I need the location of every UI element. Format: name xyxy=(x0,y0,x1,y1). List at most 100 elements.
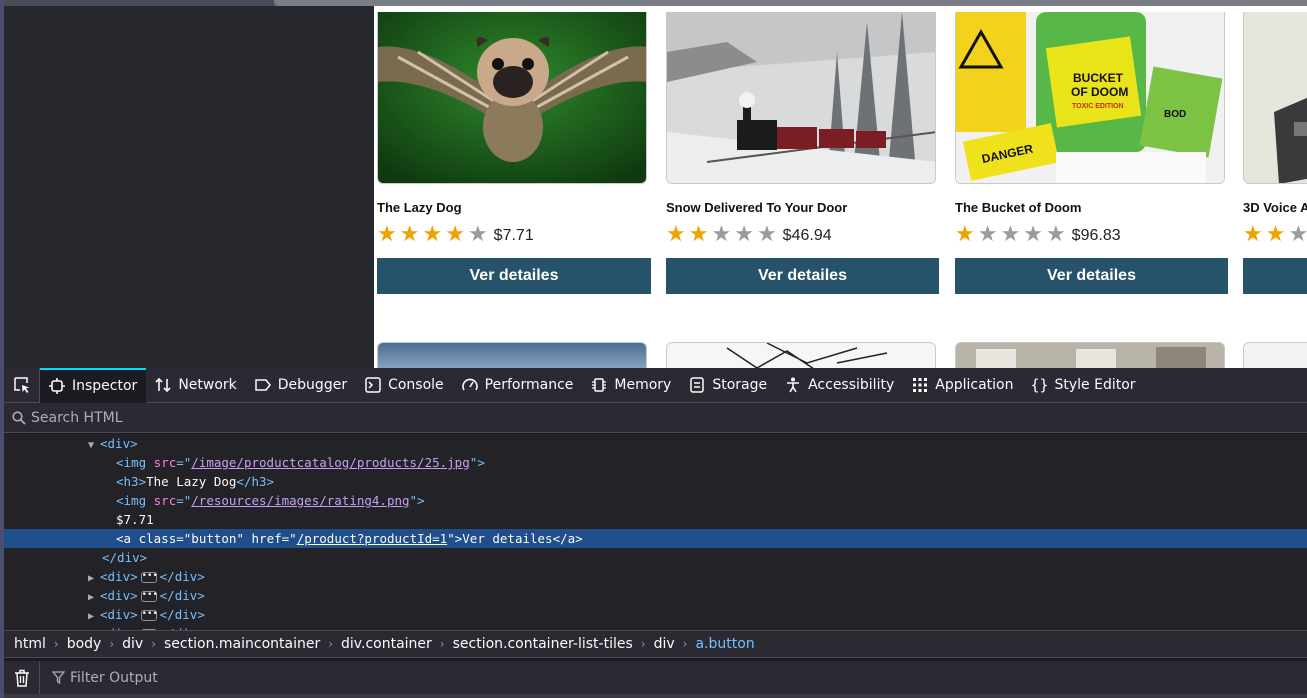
product-image-pug xyxy=(377,12,647,184)
product-tile: Snow Delivered To Your Door ★ ★ ★ ★ ★ $4… xyxy=(666,12,939,294)
tab-label: Debugger xyxy=(277,377,348,393)
star-empty-icon: ★ xyxy=(1045,221,1066,246)
star-filled-icon: ★ xyxy=(955,221,975,246)
breadcrumb-item-active[interactable]: a.button xyxy=(691,636,758,652)
tab-label: Style Editor xyxy=(1054,377,1136,393)
tab-label: Inspector xyxy=(72,378,138,394)
tab-performance[interactable]: Performance xyxy=(453,368,583,403)
product-image-train xyxy=(666,12,936,184)
style-editor-icon: {} xyxy=(1030,376,1049,394)
img-src-link[interactable]: /resources/images/rating4.png xyxy=(191,493,409,508)
tree-node-close[interactable]: </div> xyxy=(4,548,1307,567)
star-empty-icon: ★ xyxy=(756,221,777,246)
tab-label: Storage xyxy=(712,377,768,393)
view-details-button[interactable]: Ver detailes xyxy=(955,258,1228,294)
star-filled-icon: ★ xyxy=(377,221,397,246)
tree-text-node[interactable]: $7.71 xyxy=(4,510,1307,529)
chevron-right-icon: › xyxy=(328,637,334,651)
tree-node-h3[interactable]: <h3>The Lazy Dog</h3> xyxy=(4,472,1307,491)
chevron-right-icon: › xyxy=(640,637,646,651)
tab-memory[interactable]: Memory xyxy=(582,368,680,403)
network-icon xyxy=(155,377,171,393)
top-scrollbar[interactable] xyxy=(4,0,1307,6)
tab-debugger[interactable]: Debugger xyxy=(246,368,356,403)
tab-label: Console xyxy=(388,377,444,393)
scrollbar-thumb[interactable] xyxy=(274,0,1307,6)
page-viewport: The Lazy Dog ★ ★ ★ ★ ★ $7.71 Ver detaile… xyxy=(0,0,1307,368)
storage-icon xyxy=(689,377,705,393)
view-details-button[interactable]: Ver detailes xyxy=(377,258,651,294)
tab-storage[interactable]: Storage xyxy=(680,368,776,403)
star-empty-icon: ★ xyxy=(467,221,488,246)
tree-node-div[interactable]: ▼ <div> xyxy=(4,434,1307,453)
product-price: $96.83 xyxy=(1071,227,1121,244)
product-tile: 3D Voice A ★ ★ ★ xyxy=(1243,12,1307,294)
breadcrumb-item[interactable]: section.container-list-tiles xyxy=(449,636,637,652)
tab-label: Accessibility xyxy=(808,377,895,393)
window-edge xyxy=(0,0,4,368)
clear-console-button[interactable] xyxy=(4,661,40,694)
breadcrumb-item[interactable]: div.container xyxy=(337,636,436,652)
tab-console[interactable]: Console xyxy=(356,368,453,403)
ellipsis-icon[interactable]: ••• xyxy=(140,572,158,583)
star-empty-icon: ★ xyxy=(1288,221,1307,246)
tree-node-img[interactable]: <img src="/image/productcatalog/products… xyxy=(4,453,1307,472)
element-picker-icon xyxy=(13,377,29,393)
tree-node-a-selected[interactable]: <a class="button" href="/product?product… xyxy=(4,529,1307,548)
bucket-text-3: TOXIC EDITION xyxy=(1072,103,1124,110)
breadcrumb-item[interactable]: section.maincontainer xyxy=(160,636,324,652)
product-title: 3D Voice A xyxy=(1243,200,1307,215)
devtools-toolbar: Inspector Network Debugger Console Perfo… xyxy=(4,367,1307,403)
view-details-button[interactable] xyxy=(1243,258,1307,294)
element-picker-button[interactable] xyxy=(4,367,40,403)
href-link[interactable]: /product?productId=1 xyxy=(297,531,448,546)
accessibility-icon xyxy=(785,377,801,393)
breadcrumb-item[interactable]: body xyxy=(63,636,106,652)
product-price: $7.71 xyxy=(493,227,534,244)
tree-node-div-collapsed[interactable]: ▶<div>•••</div> xyxy=(4,567,1307,586)
star-filled-icon: ★ xyxy=(445,221,465,246)
view-details-button[interactable]: Ver detailes xyxy=(666,258,939,294)
product-title: The Bucket of Doom xyxy=(955,200,1082,215)
chevron-right-icon: › xyxy=(439,637,445,651)
product-tile: BUCKET OF DOOM TOXIC EDITION BOD DANGER … xyxy=(955,12,1228,294)
product-image-partial xyxy=(377,342,647,368)
bucket-text-2: OF DOOM xyxy=(1071,85,1128,99)
tree-node-div-collapsed[interactable]: ▶<div>•••</div> xyxy=(4,605,1307,624)
tab-application[interactable]: Application xyxy=(903,368,1022,403)
tab-inspector[interactable]: Inspector xyxy=(40,367,147,403)
badge-text: BOD xyxy=(1164,109,1186,120)
star-filled-icon: ★ xyxy=(399,221,420,246)
ellipsis-icon[interactable]: ••• xyxy=(140,591,158,602)
breadcrumb: html › body › div › section.maincontaine… xyxy=(4,630,1307,658)
tab-label: Performance xyxy=(484,377,574,393)
tree-node-img[interactable]: <img src="/resources/images/rating4.png"… xyxy=(4,491,1307,510)
star-filled-icon: ★ xyxy=(422,221,443,246)
breadcrumb-item[interactable]: div xyxy=(650,636,679,652)
product-tile: The Lazy Dog ★ ★ ★ ★ ★ $7.71 Ver detaile… xyxy=(377,12,651,294)
product-image-partial xyxy=(1243,342,1307,368)
ellipsis-icon[interactable]: ••• xyxy=(140,610,158,621)
markup-tree: ▼ <div> <img src="/image/productcatalog/p… xyxy=(4,434,1307,630)
search-html-field[interactable]: Search HTML xyxy=(4,403,1307,433)
product-image-bucket: BUCKET OF DOOM TOXIC EDITION BOD DANGER xyxy=(955,12,1225,184)
tab-label: Network xyxy=(178,377,237,393)
breadcrumb-item[interactable]: html xyxy=(10,636,50,652)
star-empty-icon: ★ xyxy=(711,221,732,246)
img-src-link[interactable]: /image/productcatalog/products/25.jpg xyxy=(191,455,469,470)
breadcrumb-item[interactable]: div xyxy=(118,636,147,652)
filter-output-placeholder: Filter Output xyxy=(70,669,158,686)
console-icon xyxy=(365,377,381,393)
tree-node-div-collapsed[interactable]: ▶<div>•••</div> xyxy=(4,586,1307,605)
tab-style-editor[interactable]: {} Style Editor xyxy=(1022,368,1144,403)
tab-accessibility[interactable]: Accessibility xyxy=(776,368,903,403)
console-toolbar: Filter Output xyxy=(4,661,1307,694)
product-rating: ★ ★ ★ ★ ★ $96.83 xyxy=(955,222,1228,246)
bucket-text-1: BUCKET xyxy=(1073,71,1124,85)
tab-label: Memory xyxy=(614,377,672,393)
filter-output-field[interactable]: Filter Output xyxy=(40,670,158,686)
chevron-right-icon: › xyxy=(109,637,115,651)
search-icon xyxy=(12,410,26,425)
inspector-icon xyxy=(49,378,65,394)
tab-network[interactable]: Network xyxy=(146,368,245,403)
